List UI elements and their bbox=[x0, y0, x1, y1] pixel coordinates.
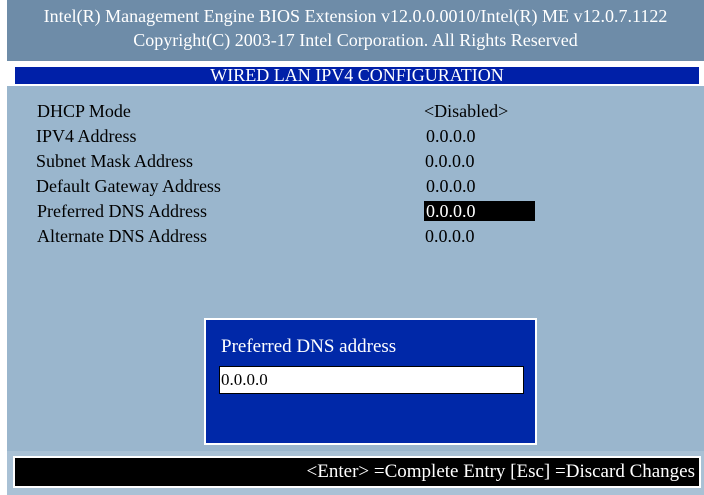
setting-label: Default Gateway Address bbox=[36, 176, 221, 196]
setting-row-alternate-dns[interactable]: Alternate DNS Address 0.0.0.0 bbox=[7, 224, 704, 248]
setting-value[interactable]: 0.0.0.0 bbox=[425, 224, 475, 248]
setting-label: Subnet Mask Address bbox=[36, 151, 193, 171]
setting-label: Alternate DNS Address bbox=[37, 226, 207, 246]
help-text: <Enter> =Complete Entry [Esc] =Discard C… bbox=[306, 461, 695, 482]
section-title: WIRED LAN IPV4 CONFIGURATION bbox=[13, 65, 701, 86]
footer: <Enter> =Complete Entry [Esc] =Discard C… bbox=[7, 451, 704, 495]
settings-panel: DHCP Mode <Disabled> IPV4 Address 0.0.0.… bbox=[7, 86, 704, 451]
setting-row-subnet-mask[interactable]: Subnet Mask Address 0.0.0.0 bbox=[7, 149, 704, 173]
setting-row-preferred-dns[interactable]: Preferred DNS Address 0.0.0.0 bbox=[7, 199, 704, 223]
setting-value[interactable]: 0.0.0.0 bbox=[426, 124, 476, 148]
setting-label: IPV4 Address bbox=[36, 126, 137, 146]
setting-row-ipv4-address[interactable]: IPV4 Address 0.0.0.0 bbox=[7, 124, 704, 148]
help-bar: <Enter> =Complete Entry [Esc] =Discard C… bbox=[13, 456, 701, 488]
dialog-title: Preferred DNS address bbox=[221, 336, 397, 357]
header-version: Intel(R) Management Engine BIOS Extensio… bbox=[43, 6, 668, 26]
setting-value[interactable]: 0.0.0.0 bbox=[425, 149, 475, 173]
header: Intel(R) Management Engine BIOS Extensio… bbox=[7, 0, 704, 61]
setting-row-default-gateway[interactable]: Default Gateway Address 0.0.0.0 bbox=[7, 174, 704, 198]
header-copyright: Copyright(C) 2003-17 Intel Corporation. … bbox=[133, 30, 578, 50]
setting-value[interactable]: <Disabled> bbox=[424, 99, 508, 123]
setting-value-selected[interactable]: 0.0.0.0 bbox=[424, 201, 535, 221]
input-dialog: Preferred DNS address 0.0.0.0 bbox=[204, 318, 537, 445]
setting-label: DHCP Mode bbox=[37, 101, 131, 121]
mebx-screen: Intel(R) Management Engine BIOS Extensio… bbox=[7, 0, 704, 495]
setting-label: Preferred DNS Address bbox=[37, 201, 207, 221]
setting-row-dhcp-mode[interactable]: DHCP Mode <Disabled> bbox=[7, 99, 704, 123]
dns-address-input[interactable]: 0.0.0.0 bbox=[219, 366, 524, 394]
setting-value[interactable]: 0.0.0.0 bbox=[426, 174, 476, 198]
